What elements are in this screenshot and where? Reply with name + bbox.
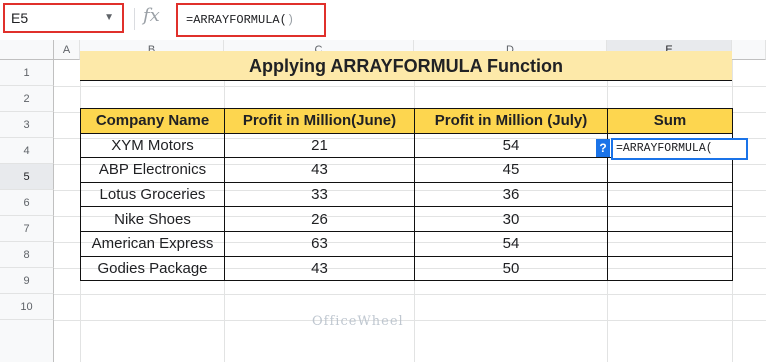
row-header-3[interactable]: 3	[0, 112, 54, 138]
row-header-blank	[0, 320, 54, 362]
formula-input[interactable]: =ARRAYFORMULA()	[176, 3, 326, 37]
gridline	[54, 320, 766, 321]
column-header-a[interactable]: A	[54, 40, 80, 60]
cell-profit-june[interactable]: 43	[224, 255, 415, 282]
cell-sum[interactable]	[607, 255, 733, 282]
gridline	[54, 86, 766, 87]
data-table: Company Name Profit in Million(June) Pro…	[80, 108, 733, 282]
row-header-10[interactable]: 10	[0, 294, 54, 320]
cell-profit-july[interactable]: 54	[414, 132, 608, 159]
formula-bar: E5 ▼ fx =ARRAYFORMULA()	[0, 0, 766, 41]
cell-profit-june[interactable]: 63	[224, 230, 415, 257]
cell-profit-july[interactable]: 54	[414, 230, 608, 257]
cell-profit-july[interactable]: 50	[414, 255, 608, 282]
row-header-2[interactable]: 2	[0, 86, 54, 112]
cell-company[interactable]: XYM Motors	[80, 132, 225, 159]
cell-sum[interactable]	[607, 157, 733, 183]
table-row: Nike Shoes 26 30	[80, 206, 733, 232]
header-profit-june[interactable]: Profit in Million(June)	[224, 108, 415, 134]
cell-profit-july[interactable]: 45	[414, 157, 608, 183]
divider	[134, 8, 135, 30]
select-all-corner[interactable]	[0, 40, 54, 60]
formula-close-hint: )	[286, 13, 295, 27]
cell-company[interactable]: Nike Shoes	[80, 206, 225, 232]
cell-sum[interactable]	[607, 230, 733, 257]
cell-profit-july[interactable]: 30	[414, 206, 608, 232]
fx-icon: fx	[143, 5, 160, 26]
cell-sum[interactable]	[607, 181, 733, 208]
table-row: American Express 63 54	[80, 230, 733, 257]
cell-profit-june[interactable]: 33	[224, 181, 415, 208]
name-box[interactable]: E5 ▼	[3, 3, 124, 33]
table-row: Lotus Groceries 33 36	[80, 181, 733, 208]
active-cell-editor[interactable]: =ARRAYFORMULA(	[611, 138, 748, 160]
header-profit-july[interactable]: Profit in Million (July)	[414, 108, 608, 134]
cell-company[interactable]: American Express	[80, 230, 225, 257]
table-row: ABP Electronics 43 45	[80, 157, 733, 183]
formula-text: =ARRAYFORMULA(	[186, 13, 287, 27]
cell-company[interactable]: ABP Electronics	[80, 157, 225, 183]
table-header-row: Company Name Profit in Million(June) Pro…	[80, 108, 733, 134]
chevron-down-icon[interactable]: ▼	[104, 5, 114, 31]
gridline	[54, 294, 766, 295]
name-box-value: E5	[11, 10, 29, 26]
row-header-6[interactable]: 6	[0, 190, 54, 216]
cell-profit-july[interactable]: 36	[414, 181, 608, 208]
sheet-title[interactable]: Applying ARRAYFORMULA Function	[80, 51, 732, 81]
header-sum[interactable]: Sum	[607, 108, 733, 134]
row-header-9[interactable]: 9	[0, 268, 54, 294]
cell-profit-june[interactable]: 43	[224, 157, 415, 183]
row-header-1[interactable]: 1	[0, 60, 54, 86]
column-header-f[interactable]	[732, 40, 766, 60]
cell-company[interactable]: Godies Package	[80, 255, 225, 282]
row-header-8[interactable]: 8	[0, 242, 54, 268]
watermark: OfficeWheel	[312, 314, 404, 329]
cell-sum[interactable]	[607, 206, 733, 232]
row-header-4[interactable]: 4	[0, 138, 54, 164]
formula-help-icon[interactable]: ?	[596, 139, 610, 157]
table-row: Godies Package 43 50	[80, 255, 733, 282]
row-header-5[interactable]: 5	[0, 164, 54, 190]
cell-profit-june[interactable]: 26	[224, 206, 415, 232]
row-header-7[interactable]: 7	[0, 216, 54, 242]
header-company-name[interactable]: Company Name	[80, 108, 225, 134]
cell-company[interactable]: Lotus Groceries	[80, 181, 225, 208]
cell-profit-june[interactable]: 21	[224, 132, 415, 159]
